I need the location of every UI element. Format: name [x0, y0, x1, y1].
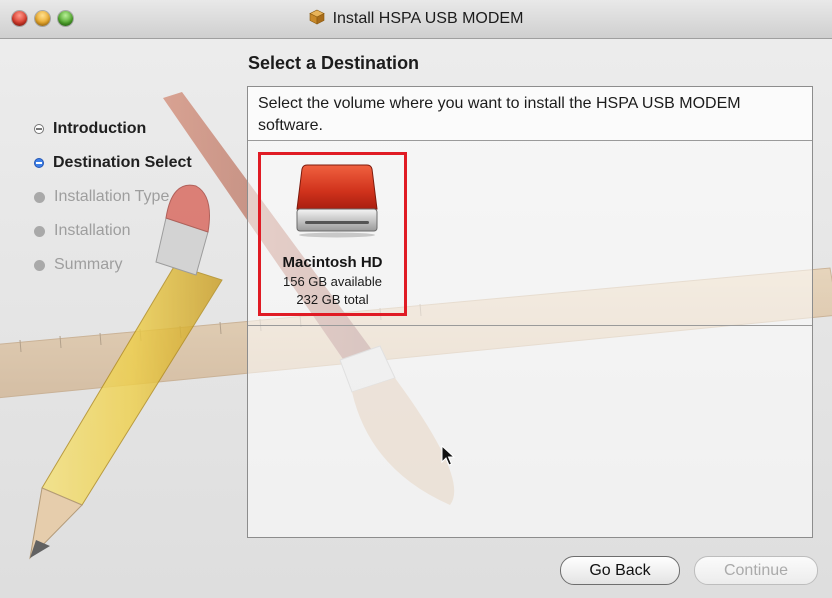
go-back-button[interactable]: Go Back — [560, 556, 680, 585]
step-label: Installation Type — [54, 188, 170, 205]
volume-available: 156 GB available — [282, 274, 382, 289]
step-label: Introduction — [53, 120, 147, 137]
volume-macintosh-hd[interactable]: Macintosh HD 156 GB available 232 GB tot… — [258, 152, 407, 316]
hard-drive-icon — [296, 164, 378, 238]
title-bar[interactable]: Install HSPA USB MODEM — [0, 0, 832, 39]
step-done-icon — [34, 124, 44, 134]
step-introduction: Introduction — [32, 118, 232, 152]
step-installation-type: Installation Type — [32, 186, 232, 220]
step-label: Destination Select — [53, 154, 192, 171]
step-pending-icon — [34, 260, 45, 271]
pointer-icon — [441, 445, 455, 466]
step-current-icon — [34, 158, 44, 168]
package-icon — [308, 9, 325, 25]
instructions-area: Select the volume where you want to inst… — [248, 87, 812, 141]
volume-name: Macintosh HD — [282, 254, 383, 271]
step-label: Installation — [54, 222, 131, 239]
step-pending-icon — [34, 192, 45, 203]
volume-total: 232 GB total — [296, 292, 369, 307]
window-title-group: Install HSPA USB MODEM — [0, 9, 832, 28]
continue-button[interactable]: Continue — [694, 556, 818, 585]
step-summary: Summary — [32, 254, 232, 288]
step-destination-select: Destination Select — [32, 152, 232, 186]
volume-list: Macintosh HD 156 GB available 232 GB tot… — [248, 141, 812, 326]
installer-steps: Introduction Destination Select Installa… — [32, 118, 232, 288]
step-pending-icon — [34, 226, 45, 237]
installer-window: Install HSPA USB MODEM Introduction Dest… — [0, 0, 832, 598]
step-label: Summary — [54, 256, 123, 273]
window-title: Install HSPA USB MODEM — [332, 10, 524, 27]
page-title: Select a Destination — [248, 53, 420, 73]
destination-panel: Select the volume where you want to inst… — [247, 86, 813, 538]
instructions-text: Select the volume where you want to inst… — [258, 95, 741, 134]
step-installation: Installation — [32, 220, 232, 254]
